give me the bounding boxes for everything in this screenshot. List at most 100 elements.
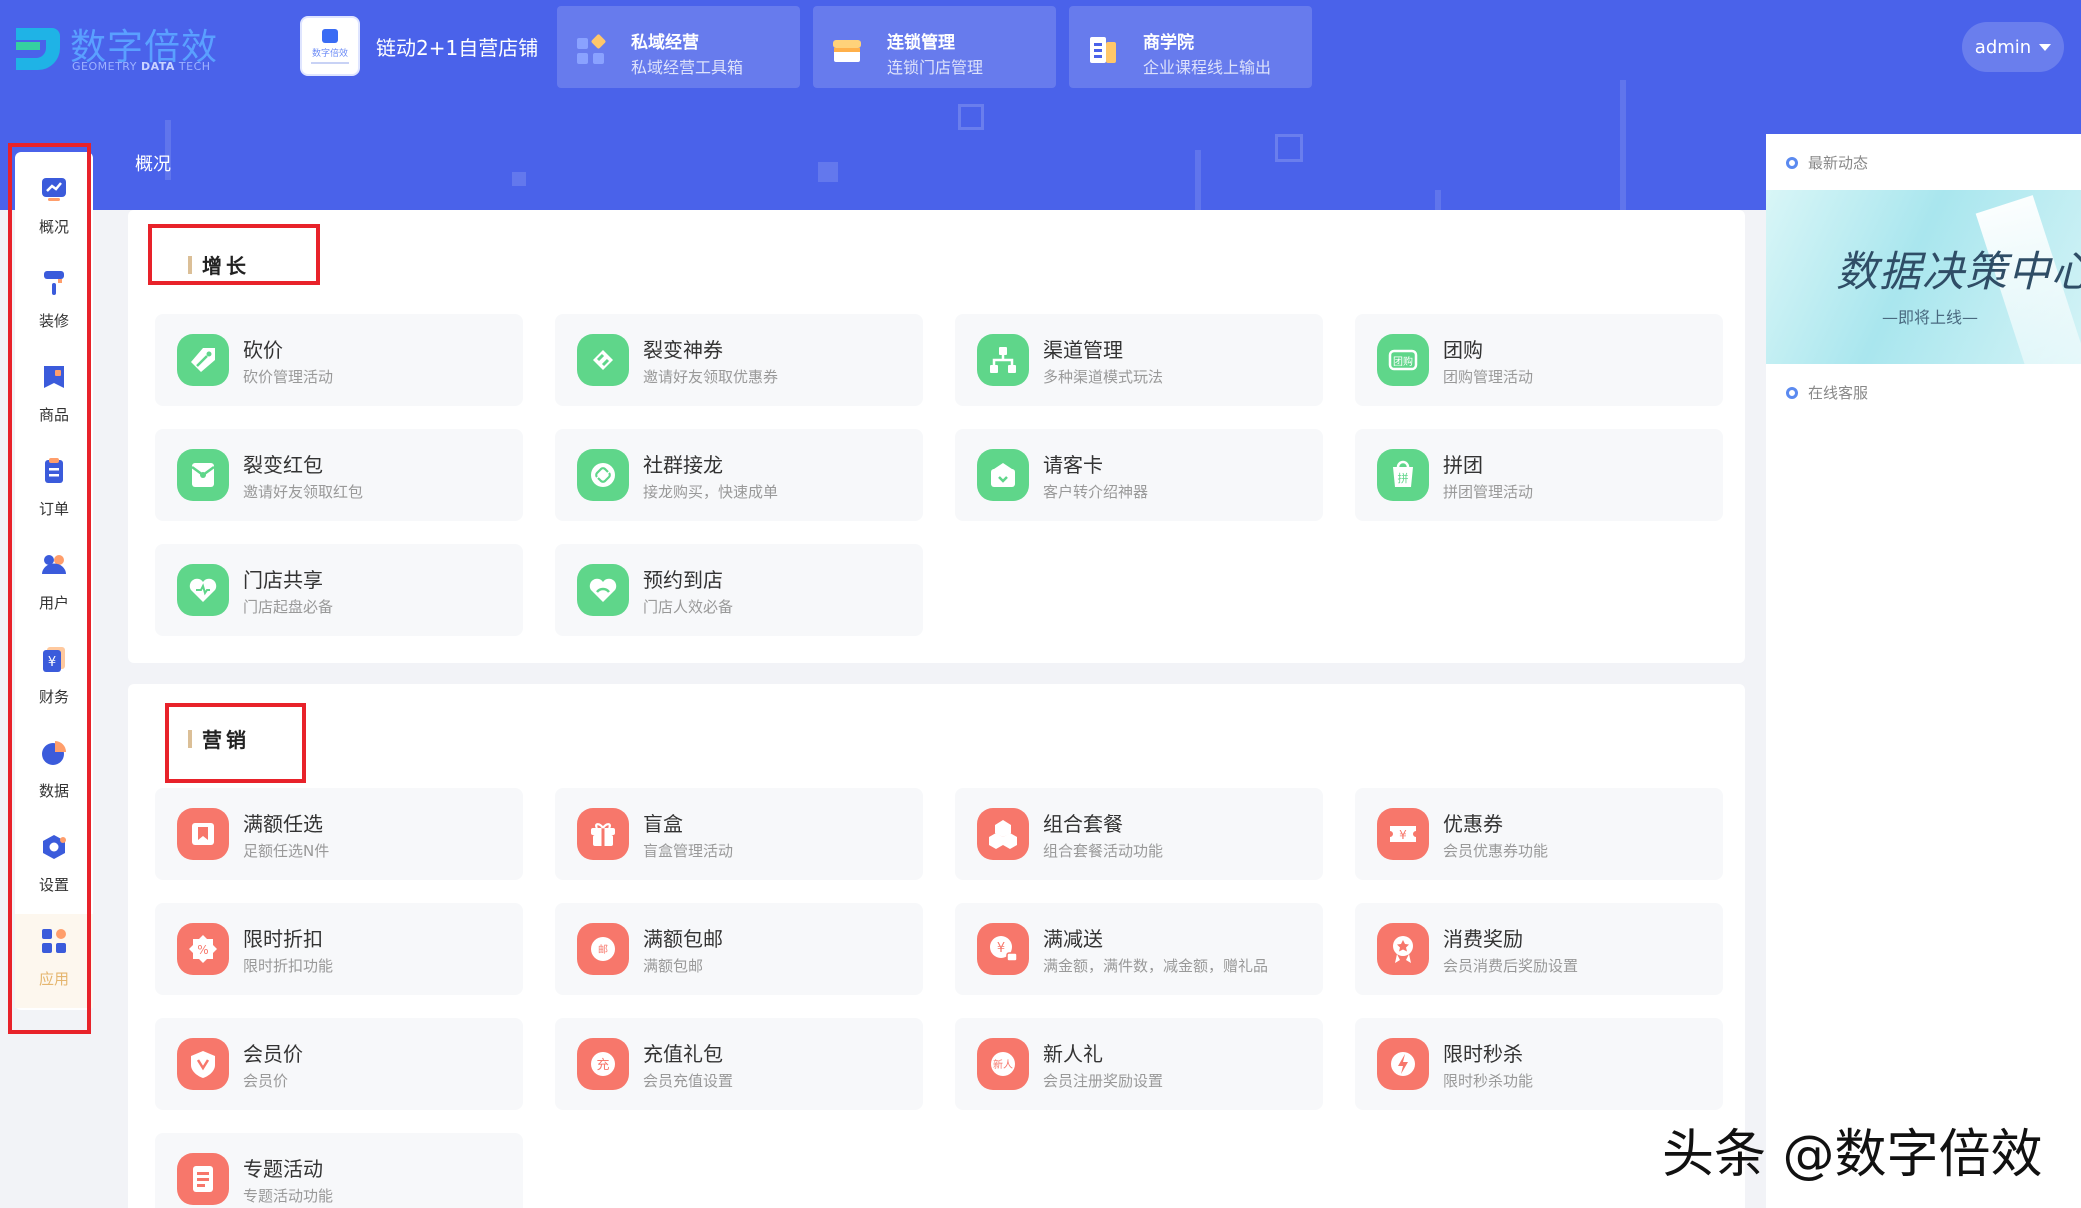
svg-text:团购: 团购: [1393, 355, 1413, 368]
app-card-vip-price[interactable]: 会员价 会员价: [155, 1018, 523, 1110]
app-card-split-coupon[interactable]: 裂变神券 邀请好友领取优惠券: [555, 314, 923, 406]
app-card-coupon[interactable]: ¥ 优惠券 会员优惠券功能: [1355, 788, 1723, 880]
recharge-icon: 充: [577, 1038, 629, 1090]
decor-line: [1195, 150, 1201, 210]
decor-square: [1275, 134, 1303, 162]
card-title: 专题活动: [243, 1153, 323, 1182]
card-desc: 足额任选N件: [243, 840, 329, 861]
card-desc: 邀请好友领取优惠券: [643, 366, 778, 387]
card-title: 盲盒: [643, 808, 683, 837]
grid-icon: [575, 34, 607, 66]
gift-box-icon: [577, 808, 629, 860]
red-packet-icon: [177, 449, 229, 501]
app-card-appointment[interactable]: 预约到店 门店人效必备: [555, 544, 923, 636]
store-switcher[interactable]: 数字倍效 链动2+1自营店铺: [300, 16, 538, 76]
card-desc: 限时折扣功能: [243, 955, 333, 976]
app-card-time-discount[interactable]: % 限时折扣 限时折扣功能: [155, 903, 523, 995]
card-title: 砍价: [243, 334, 283, 363]
app-card-free-shipping[interactable]: 邮 满额包邮 满额包邮: [555, 903, 923, 995]
breadcrumb: 概况: [135, 150, 171, 176]
card-desc: 砍价管理活动: [243, 366, 333, 387]
decor-square: [818, 162, 838, 182]
tab-title: 商学院: [1143, 28, 1194, 53]
tab-academy[interactable]: 商学院 企业课程线上输出: [1069, 6, 1312, 88]
card-title: 新人礼: [1043, 1038, 1103, 1067]
svg-text:充: 充: [596, 1057, 609, 1073]
card-desc: 会员注册奖励设置: [1043, 1070, 1163, 1091]
appointment-icon: [577, 564, 629, 616]
card-desc: 门店人效必备: [643, 596, 733, 617]
yuan-gift-icon: ¥: [977, 923, 1029, 975]
app-card-topic-activity[interactable]: 专题活动 专题活动功能: [155, 1133, 523, 1208]
tab-title: 私域经营: [631, 28, 699, 53]
app-card-full-amount-pick[interactable]: 满额任选 足额任选N件: [155, 788, 523, 880]
card-desc: 满金额，满件数，减金额，赠礼品: [1043, 955, 1268, 976]
service-title: 在线客服: [1808, 382, 1868, 403]
bargain-icon: [177, 334, 229, 386]
medal-icon: [1377, 923, 1429, 975]
online-service-link[interactable]: 在线客服: [1786, 382, 1868, 403]
app-card-invite-card[interactable]: 请客卡 客户转介绍神器: [955, 429, 1323, 521]
tab-subtitle: 私域经营工具箱: [631, 54, 743, 78]
card-desc: 邀请好友领取红包: [243, 481, 363, 502]
app-card-channel[interactable]: 渠道管理 多种渠道模式玩法: [955, 314, 1323, 406]
app-card-group-buy[interactable]: 团购 团购 团购管理活动: [1355, 314, 1723, 406]
card-desc: 限时秒杀功能: [1443, 1070, 1533, 1091]
card-title: 会员价: [243, 1038, 303, 1067]
app-card-newcomer-gift[interactable]: 新人 新人礼 会员注册奖励设置: [955, 1018, 1323, 1110]
watermark: 头条 @数字倍效: [1662, 1112, 2043, 1187]
card-desc: 接龙购买，快速成单: [643, 481, 778, 502]
app-card-full-reduce-gift[interactable]: ¥ 满减送 满金额，满件数，减金额，赠礼品: [955, 903, 1323, 995]
svg-text:¥: ¥: [997, 941, 1005, 956]
card-title: 满额包邮: [643, 923, 723, 952]
svg-text:¥: ¥: [1399, 828, 1407, 842]
group-buy-icon: 团购: [1377, 334, 1429, 386]
book-icon: [1087, 34, 1119, 66]
card-title: 限时折扣: [243, 923, 323, 952]
store-icon: [831, 34, 863, 66]
card-title: 充值礼包: [643, 1038, 723, 1067]
ticket-icon: ¥: [1377, 808, 1429, 860]
user-menu-button[interactable]: admin: [1962, 22, 2064, 72]
card-title: 消费奖励: [1443, 923, 1523, 952]
tab-chain-management[interactable]: 连锁管理 连锁门店管理: [813, 6, 1056, 88]
card-title: 预约到店: [643, 564, 723, 593]
card-title: 团购: [1443, 334, 1483, 363]
combo-icon: [977, 808, 1029, 860]
card-title: 限时秒杀: [1443, 1038, 1523, 1067]
channel-icon: [977, 334, 1029, 386]
card-desc: 会员价: [243, 1070, 288, 1091]
tab-private-domain[interactable]: 私域经营 私域经营工具箱: [557, 6, 800, 88]
brand-tagline: GEOMETRY DATA TECH: [72, 60, 211, 73]
card-desc: 会员消费后奖励设置: [1443, 955, 1578, 976]
app-card-group-chain[interactable]: 社群接龙 接龙购买，快速成单: [555, 429, 923, 521]
right-panel: 最新动态 数据决策中心 —即将上线— 在线客服: [1766, 134, 2081, 1208]
tab-subtitle: 企业课程线上输出: [1143, 54, 1271, 78]
app-card-store-share[interactable]: 门店共享 门店起盘必备: [155, 544, 523, 636]
card-desc: 拼团管理活动: [1443, 481, 1533, 502]
card-title: 满额任选: [243, 808, 323, 837]
card-title: 拼团: [1443, 449, 1483, 478]
app-card-flash-sale[interactable]: 限时秒杀 限时秒杀功能: [1355, 1018, 1723, 1110]
app-card-pin-tuan[interactable]: 拼 拼团 拼团管理活动: [1355, 429, 1723, 521]
card-title: 裂变神券: [643, 334, 723, 363]
app-card-consume-reward[interactable]: 消费奖励 会员消费后奖励设置: [1355, 903, 1723, 995]
app-card-recharge-pack[interactable]: 充 充值礼包 会员充值设置: [555, 1018, 923, 1110]
card-desc: 客户转介绍神器: [1043, 481, 1148, 502]
news-link[interactable]: 最新动态: [1786, 152, 1868, 173]
news-title: 最新动态: [1808, 152, 1868, 173]
flash-sale-icon: [1377, 1038, 1429, 1090]
data-center-banner[interactable]: 数据决策中心 —即将上线—: [1766, 190, 2081, 364]
store-logo-text: 数字倍效: [312, 46, 348, 59]
app-card-red-packet[interactable]: 裂变红包 邀请好友领取红包: [155, 429, 523, 521]
svg-text:%: %: [197, 943, 208, 957]
app-card-combo[interactable]: 组合套餐 组合套餐活动功能: [955, 788, 1323, 880]
app-card-blind-box[interactable]: 盲盒 盲盒管理活动: [555, 788, 923, 880]
banner-subtitle: —即将上线—: [1882, 304, 1978, 328]
card-title: 门店共享: [243, 564, 323, 593]
app-card-bargain[interactable]: 砍价 砍价管理活动: [155, 314, 523, 406]
invite-card-icon: [977, 449, 1029, 501]
tab-title: 连锁管理: [887, 28, 955, 53]
store-name: 链动2+1自营店铺: [376, 32, 538, 61]
tab-subtitle: 连锁门店管理: [887, 54, 983, 78]
